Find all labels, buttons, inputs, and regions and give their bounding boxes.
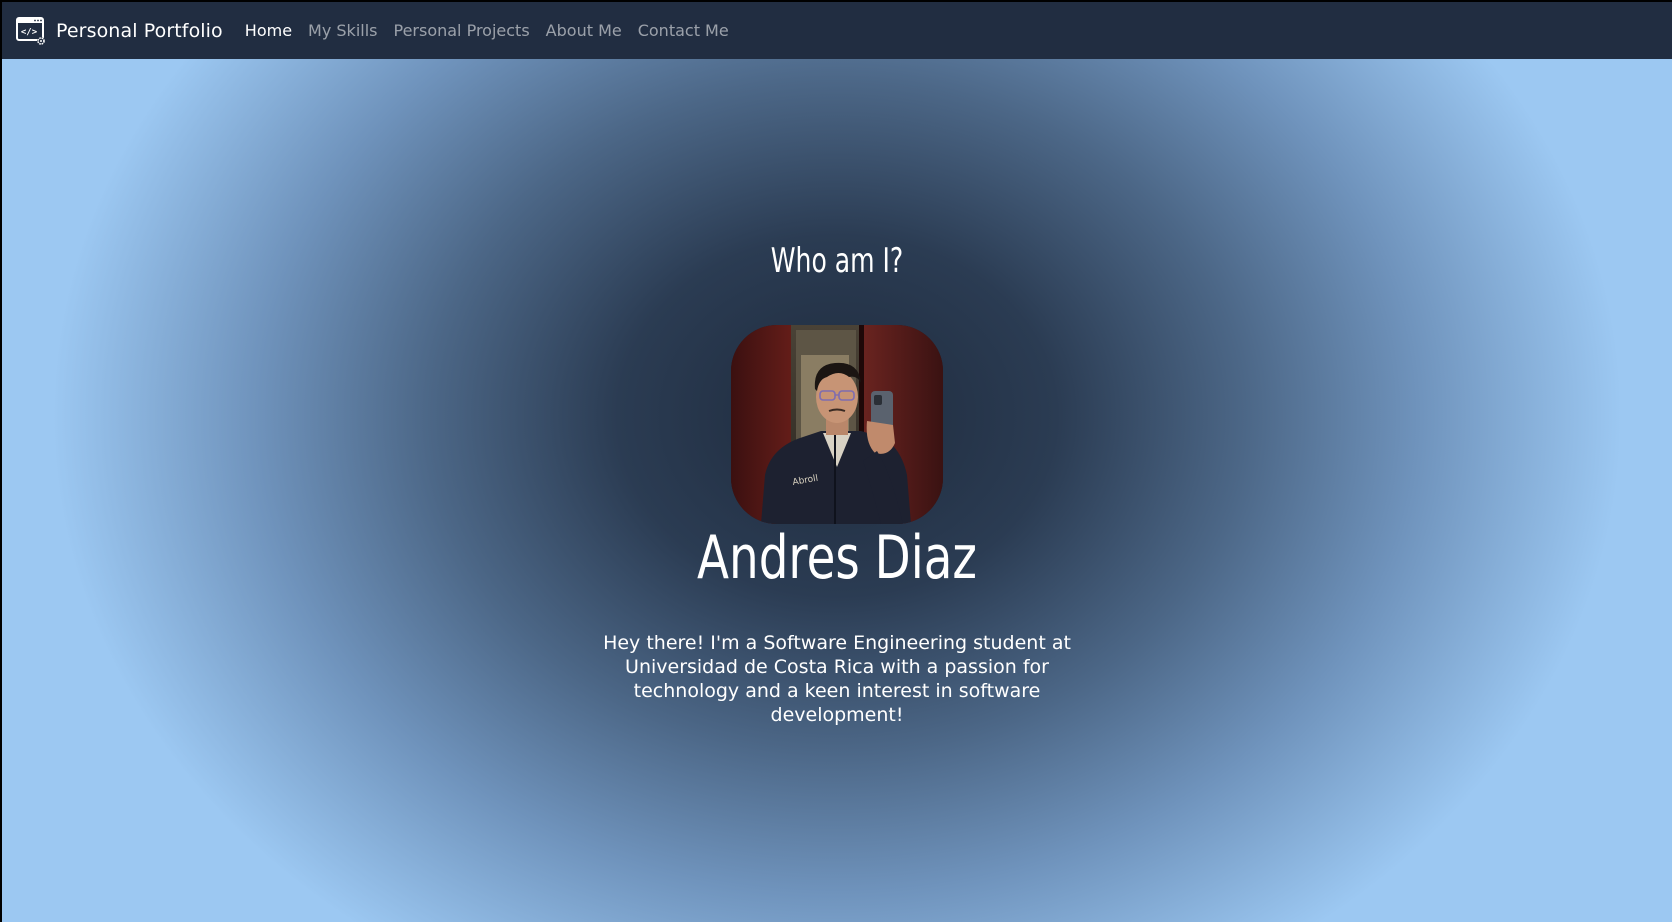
nav-link-home[interactable]: Home [237,21,300,40]
person-name: Andres Diaz [697,523,977,593]
profile-photo: Abroll [731,325,943,524]
brand-title: Personal Portfolio [56,19,223,42]
navbar: </> Personal Portfolio Home My Skills Pe… [2,2,1672,59]
bio-text: Hey there! I'm a Software Engineering st… [603,632,1071,726]
nav-link-personal-projects[interactable]: Personal Projects [385,21,537,40]
page: </> Personal Portfolio Home My Skills Pe… [2,2,1672,922]
code-window-gear-icon: </> [16,16,45,45]
section-heading: Who am I? [770,241,904,281]
nav-links: Home My Skills Personal Projects About M… [237,21,737,40]
brand-link[interactable]: </> Personal Portfolio [16,16,223,46]
nav-link-my-skills[interactable]: My Skills [300,21,385,40]
svg-text:</>: </> [21,27,38,37]
nav-link-contact-me[interactable]: Contact Me [630,21,737,40]
nav-link-about-me[interactable]: About Me [538,21,630,40]
